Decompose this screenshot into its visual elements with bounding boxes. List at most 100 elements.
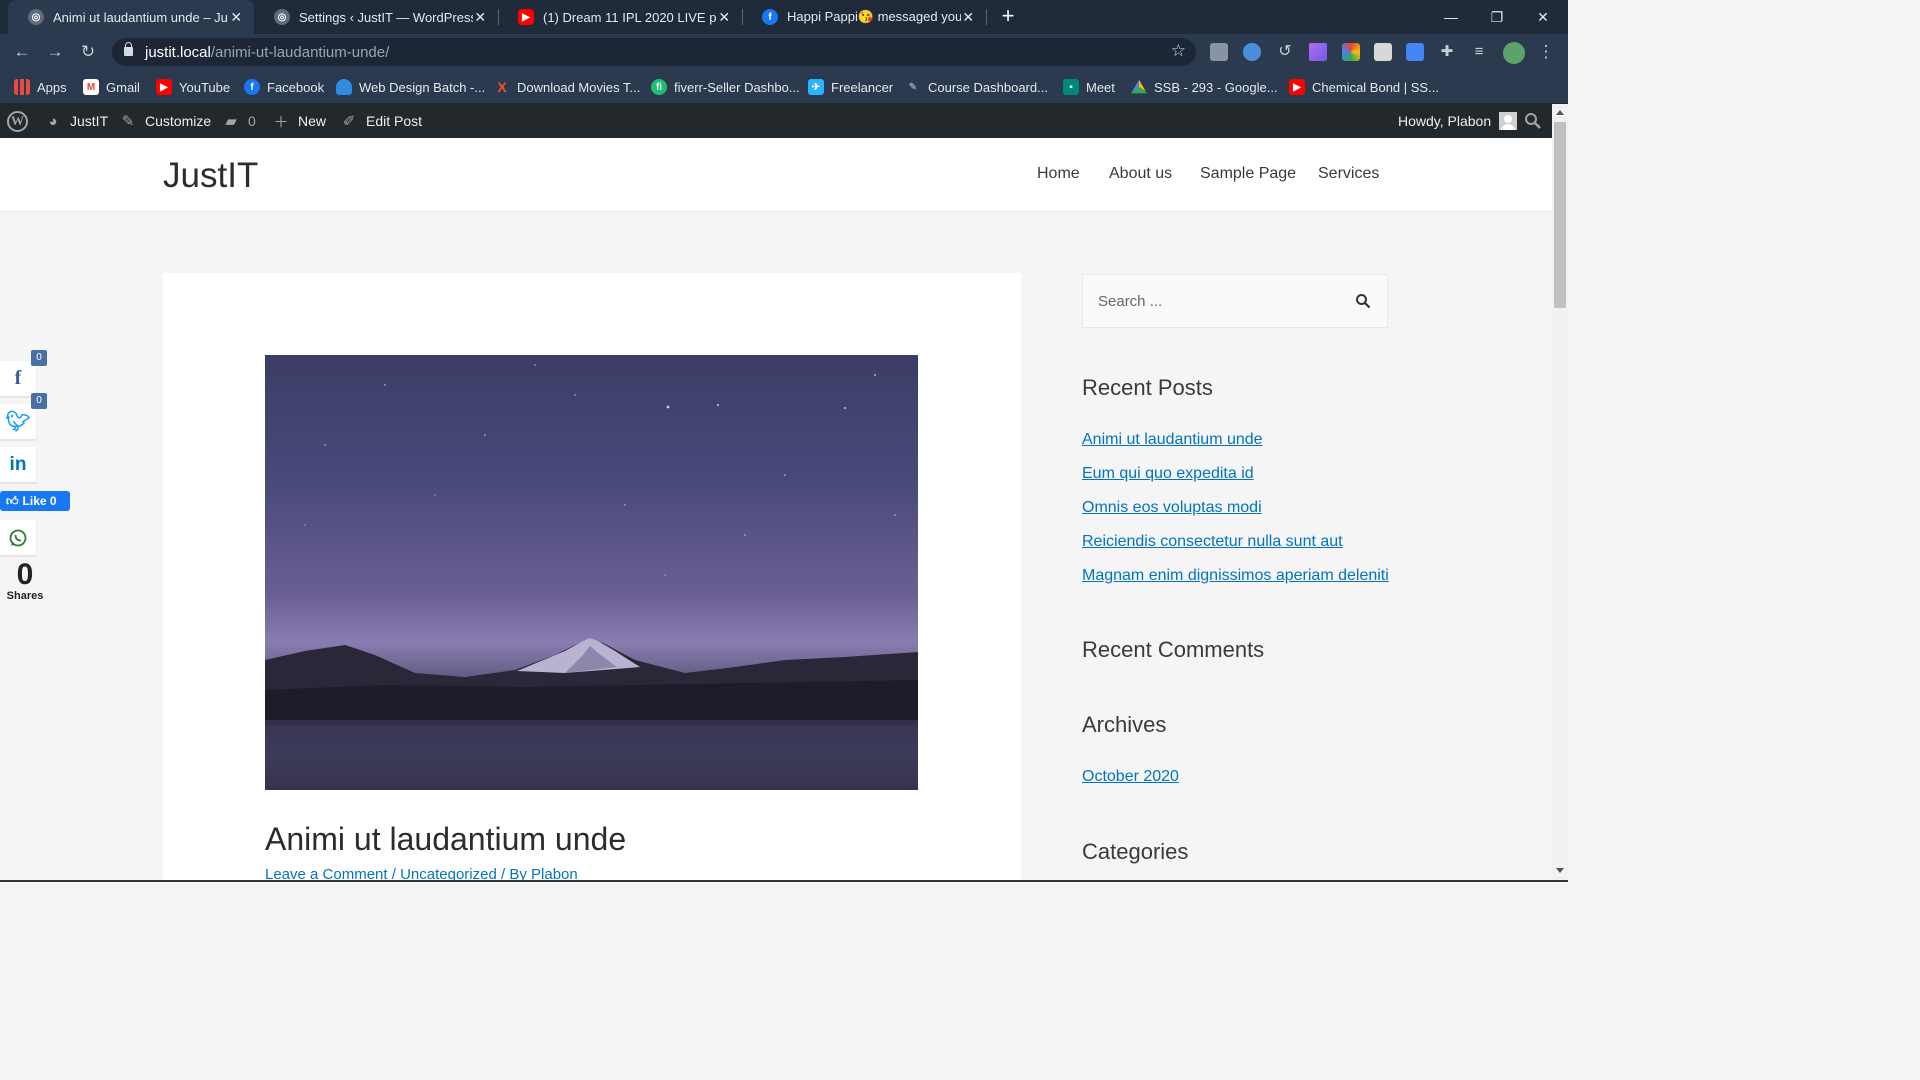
new-tab-button[interactable]: + — [996, 5, 1020, 29]
bookmark-star-icon[interactable]: ☆ — [1171, 41, 1186, 61]
scroll-up-arrow-icon[interactable] — [1556, 110, 1564, 115]
sidebar-search — [1082, 274, 1388, 328]
translate-icon[interactable] — [1406, 43, 1424, 61]
close-tab-icon[interactable]: ✕ — [228, 9, 244, 26]
bookmark-ssb[interactable]: SSB - 293 - Google... — [1131, 77, 1278, 97]
browser-tab-strip: ◎ Animi ut laudantium unde – JustI ✕ ◎ S… — [0, 0, 1568, 34]
bookmark-chemical-bond[interactable]: ▶ Chemical Bond | SS... — [1289, 77, 1439, 97]
admin-search-icon[interactable] — [1524, 104, 1542, 138]
admin-edit-post-label: Edit Post — [366, 113, 423, 129]
tab-youtube[interactable]: ▶ (1) Dream 11 IPL 2020 LIVE powe ✕ — [498, 0, 742, 34]
globe-icon: ◎ — [274, 9, 290, 25]
bookmark-gmail[interactable]: M Gmail — [83, 77, 140, 97]
bookmarks-bar: Apps M Gmail ▶ YouTube f Facebook Web Desig… — [0, 70, 1568, 104]
minimize-button[interactable]: — — [1428, 0, 1474, 34]
restore-button[interactable]: ❐ — [1474, 0, 1520, 34]
admin-site-link[interactable]: ◕ JustIT — [44, 104, 108, 138]
search-input[interactable] — [1083, 275, 1343, 327]
reload-icon[interactable]: ↻ — [78, 42, 98, 62]
wp-admin-bar: W ◕ JustIT ✎ Customize ▰ 0 ＋ New ✐ Edit Post … — [0, 104, 1552, 138]
whatsapp-share-button[interactable] — [0, 520, 37, 557]
tab-facebook[interactable]: f Happi Pappi😘 messaged you ✕ — [742, 0, 986, 34]
share-total-count: 0 — [16, 558, 34, 591]
menu-item-sample-page[interactable]: Sample Page — [1200, 165, 1296, 183]
admin-customize-label: Customize — [145, 113, 212, 129]
site-title[interactable]: JustIT — [163, 156, 258, 196]
bookmark-label: fiverr-Seller Dashbo... — [674, 79, 800, 95]
close-tab-icon[interactable]: ✕ — [473, 9, 488, 26]
wordpress-logo-icon: W — [7, 110, 28, 132]
admin-edit-post-link[interactable]: ✐ Edit Post — [340, 104, 422, 138]
url-text[interactable]: justit.local/animi-ut-laudantium-unde/ — [145, 44, 389, 61]
window-bottom-edge — [0, 880, 1568, 882]
close-window-button[interactable]: ✕ — [1520, 0, 1566, 34]
recent-post-link[interactable]: Omnis eos voluptas modi — [1082, 499, 1262, 517]
wp-logo-menu[interactable]: W — [7, 104, 28, 138]
tab-title: Animi ut laudantium unde – JustI — [53, 9, 229, 25]
tab-active[interactable]: ◎ Animi ut laudantium unde – JustI ✕ — [8, 0, 254, 34]
back-arrow-icon[interactable]: ← — [12, 42, 32, 62]
cloud-icon — [336, 79, 352, 95]
admin-account-menu[interactable]: Howdy, Plabon — [1398, 104, 1518, 138]
facebook-share-count: 0 — [31, 350, 47, 366]
twitter-share-button[interactable]: 🐦︎ — [0, 404, 37, 441]
bookmark-fiverr[interactable]: fi fiverr-Seller Dashbo... — [651, 77, 800, 97]
categories-title: Categories — [1082, 839, 1189, 864]
history-icon[interactable]: ↺ — [1276, 43, 1294, 61]
fiverr-icon: fi — [651, 79, 667, 95]
recent-post-link[interactable]: Magnam enim dignissimos aperiam deleniti — [1082, 567, 1389, 585]
profile-avatar[interactable] — [1503, 42, 1525, 64]
admin-comments-link[interactable]: ▰ 0 — [222, 104, 256, 138]
bookmark-freelancer[interactable]: ✈ Freelancer — [808, 77, 893, 97]
extension-shield-icon[interactable] — [1243, 43, 1261, 61]
menu-item-home[interactable]: Home — [1037, 165, 1080, 183]
browser-menu-icon[interactable]: ⋮ — [1536, 42, 1556, 62]
facebook-icon: f — [14, 367, 22, 389]
bookmark-download-movies[interactable]: X Download Movies T... — [494, 77, 640, 97]
bookmark-apps[interactable]: Apps — [14, 77, 67, 97]
apps-grid-icon — [14, 79, 30, 95]
lock-icon — [124, 42, 133, 56]
bookmark-web-design[interactable]: Web Design Batch -... — [336, 77, 485, 97]
recent-post-link[interactable]: Reiciendis consectetur nulla sunt aut — [1082, 533, 1343, 551]
bookmark-meet[interactable]: ▪ Meet — [1063, 77, 1115, 97]
scrollbar-thumb[interactable] — [1554, 122, 1566, 308]
site-header: JustIT Home About us Sample Page Service… — [0, 138, 1552, 212]
recent-post-link[interactable]: Eum qui quo expedita id — [1082, 465, 1254, 483]
forward-arrow-icon[interactable]: → — [45, 42, 65, 62]
admin-new-label: New — [298, 113, 327, 129]
extension-code-icon[interactable] — [1210, 43, 1228, 61]
menu-item-about-us[interactable]: About us — [1109, 165, 1172, 183]
extensions-puzzle-icon[interactable]: ✚ — [1438, 43, 1456, 61]
share-total: 0 Shares — [5, 558, 45, 603]
media-queue-icon[interactable]: ≡ — [1470, 43, 1488, 61]
tab-title: Happi Pappi😘 messaged you — [787, 9, 961, 24]
color-picker-icon[interactable] — [1342, 43, 1360, 61]
admin-customize-link[interactable]: ✎ Customize — [119, 104, 211, 138]
bookmark-youtube[interactable]: ▶ YouTube — [156, 77, 230, 97]
whatsapp-icon — [9, 529, 27, 546]
close-tab-icon[interactable]: ✕ — [717, 9, 732, 26]
facebook-icon: f — [762, 9, 778, 25]
bookmark-label: Apps — [37, 79, 67, 95]
url-bar[interactable]: justit.local/animi-ut-laudantium-unde/ ☆ — [112, 38, 1196, 66]
extension-image-icon[interactable] — [1374, 43, 1392, 61]
x-icon: X — [497, 79, 507, 95]
facebook-icon: f — [244, 79, 260, 95]
tab-settings[interactable]: ◎ Settings ‹ JustIT — WordPress ✕ — [254, 0, 498, 34]
bookmark-label: Gmail — [106, 79, 140, 95]
menu-item-services[interactable]: Services — [1318, 165, 1379, 183]
search-icon[interactable] — [1355, 293, 1371, 309]
bookmark-course-dashboard[interactable]: ✎ Course Dashboard... — [905, 77, 1048, 97]
linkedin-share-button[interactable]: in — [0, 447, 37, 484]
admin-new-link[interactable]: ＋ New — [272, 104, 326, 138]
page-scrollbar[interactable] — [1552, 104, 1568, 882]
close-tab-icon[interactable]: ✕ — [961, 9, 976, 26]
recent-post-link[interactable]: Animi ut laudantium unde — [1082, 431, 1263, 449]
post-title: Animi ut laudantium unde — [265, 821, 627, 857]
bookmark-facebook[interactable]: f Facebook — [244, 77, 324, 97]
facebook-like-button[interactable]: 👍︎ Like 0 — [0, 491, 70, 511]
scroll-down-arrow-icon[interactable] — [1556, 868, 1564, 873]
archive-link[interactable]: October 2020 — [1082, 768, 1179, 786]
extension-pen-icon[interactable] — [1309, 43, 1327, 61]
